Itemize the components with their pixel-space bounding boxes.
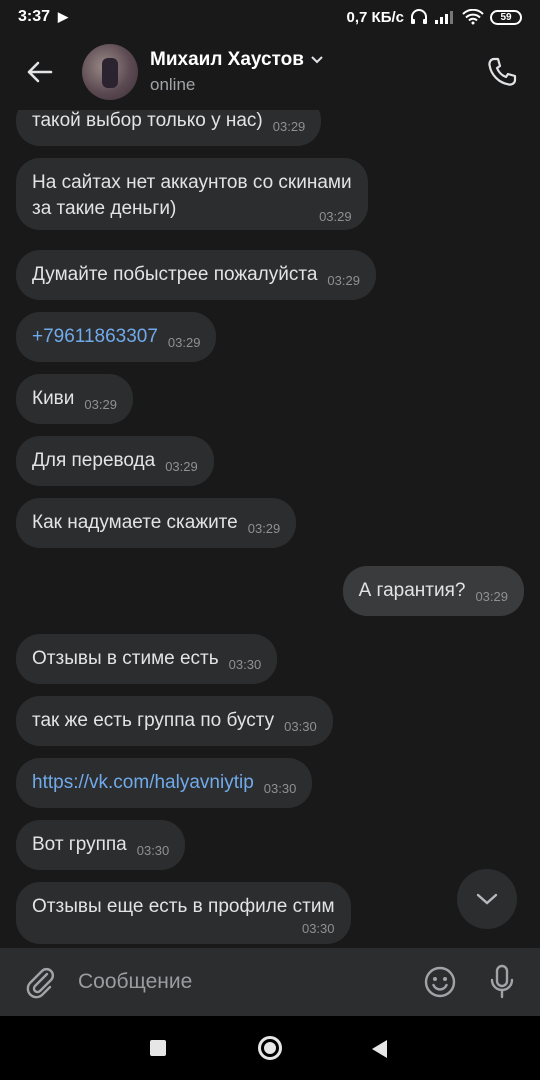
message-input[interactable]: Сообщение — [78, 970, 420, 994]
message-bubble[interactable]: Для перевода 03:29 — [16, 436, 214, 486]
phone-icon — [488, 57, 517, 86]
chevron-down-icon — [476, 893, 498, 905]
call-button[interactable] — [482, 52, 522, 92]
mic-button[interactable] — [482, 962, 522, 1002]
wifi-icon — [462, 9, 484, 25]
presence-status: online — [150, 75, 196, 94]
message-composer: Сообщение — [0, 948, 540, 1016]
message-time: 03:29 — [475, 589, 508, 604]
chat-header: Михаил Хаустов online — [0, 34, 540, 110]
message-time: 03:30 — [301, 921, 335, 936]
message-time: 03:30 — [263, 781, 297, 796]
status-bar: 3:37 ▶ 0,7 КБ/с 59 — [0, 0, 540, 34]
headphones-icon — [411, 9, 427, 24]
message-bubble[interactable]: Киви 03:29 — [16, 374, 133, 424]
message-text: такой выбор только у нас) — [32, 110, 263, 131]
emoji-button[interactable] — [420, 962, 460, 1002]
message-time: 03:29 — [165, 459, 198, 474]
battery-level: 59 — [500, 11, 512, 23]
message-text: Отзывы еще есть в профиле стим — [32, 896, 335, 917]
message-bubble[interactable]: Вот группа 03:30 — [16, 820, 186, 870]
contact-name: Михаил Хаустов — [150, 49, 304, 70]
message-bubble-outgoing[interactable]: А гарантия? 03:29 — [342, 566, 524, 616]
url-link[interactable]: https://vk.com/halyavniytip — [32, 772, 254, 793]
message-text: Киви — [32, 388, 75, 409]
message-time: 03:29 — [272, 119, 306, 134]
message-bubble[interactable]: Думайте побыстрее пожалуйста 03:29 — [16, 250, 376, 300]
message-time: 03:29 — [247, 521, 281, 536]
message-text: за такие деньги) — [32, 198, 177, 219]
system-back-button[interactable] — [372, 1040, 387, 1058]
message-bubble[interactable]: Отзывы еще есть в профиле стим 03:30 — [16, 882, 351, 944]
avatar[interactable] — [82, 44, 138, 100]
microphone-icon — [490, 964, 514, 999]
message-time: 03:29 — [327, 273, 360, 288]
network-speed: 0,7 КБ/с — [346, 8, 404, 26]
message-bubble[interactable]: На сайтах нет аккаунтов со скинами за та… — [16, 158, 368, 230]
recents-button[interactable] — [150, 1040, 166, 1056]
attach-button[interactable] — [20, 962, 60, 1002]
scroll-down-button[interactable] — [457, 869, 517, 929]
message-text: так же есть группа по бусту — [32, 710, 275, 731]
message-text: Для перевода — [32, 450, 156, 471]
message-bubble[interactable]: https://vk.com/halyavniytip 03:30 — [16, 758, 313, 808]
message-text: А гарантия? — [358, 580, 466, 601]
message-time: 03:29 — [319, 209, 352, 224]
message-list[interactable]: такой выбор только у нас) 03:29 На сайтах… — [0, 110, 540, 948]
paperclip-icon — [26, 968, 54, 999]
message-text: Вот группа — [32, 834, 127, 855]
play-icon: ▶ — [58, 9, 69, 24]
status-time: 3:37 — [18, 8, 51, 25]
contact-title[interactable]: Михаил Хаустов online — [150, 49, 324, 95]
message-time: 03:30 — [136, 843, 170, 858]
message-bubble[interactable]: такой выбор только у нас) 03:29 — [16, 110, 322, 146]
message-bubble[interactable]: +79611863307 03:29 — [16, 312, 217, 362]
phone-link[interactable]: +79611863307 — [32, 326, 158, 347]
message-time: 03:30 — [228, 657, 262, 672]
system-navigation-bar — [0, 1016, 540, 1080]
smiley-icon — [424, 966, 456, 998]
chevron-down-icon — [311, 56, 323, 64]
message-time: 03:29 — [167, 335, 201, 350]
home-button[interactable] — [258, 1036, 282, 1060]
signal-icon — [435, 11, 453, 24]
status-right: 0,7 КБ/с 59 — [347, 9, 522, 26]
arrow-left-icon — [27, 61, 53, 83]
battery-indicator: 59 — [490, 9, 522, 25]
message-text: Как надумаете скажите — [32, 512, 238, 533]
name-row: Михаил Хаустов — [150, 49, 324, 71]
message-time: 03:29 — [84, 397, 117, 412]
message-text: На сайтах нет аккаунтов со скинами — [32, 172, 352, 193]
message-text: Отзывы в стиме есть — [32, 648, 219, 669]
message-bubble[interactable]: Отзывы в стиме есть 03:30 — [16, 634, 278, 684]
message-bubble[interactable]: так же есть группа по бусту 03:30 — [16, 696, 333, 746]
back-button[interactable] — [16, 49, 62, 95]
message-bubble[interactable]: Как надумаете скажите 03:29 — [16, 498, 297, 548]
message-text: Думайте побыстрее пожалуйста — [32, 264, 318, 285]
message-time: 03:30 — [284, 719, 317, 734]
